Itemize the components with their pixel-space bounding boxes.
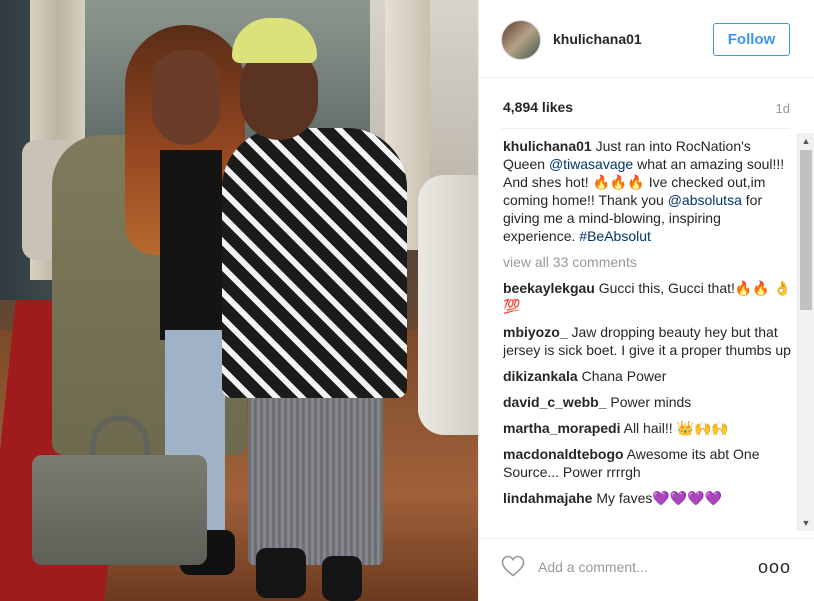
photo-man-shoe-right <box>322 556 362 601</box>
comment-item: lindahmajahe My faves💜💜💜💜 <box>503 489 793 507</box>
caption: khulichana01 Just ran into RocNation's Q… <box>503 137 793 245</box>
scrollbar-thumb[interactable] <box>800 150 812 310</box>
comment-username[interactable]: lindahmajahe <box>503 490 592 506</box>
post-photo[interactable] <box>0 0 478 601</box>
comment-item: david_c_webb_ Power minds <box>503 393 793 411</box>
post-header: khulichana01 Follow <box>479 0 814 78</box>
more-options-icon[interactable]: ooo <box>758 557 791 578</box>
divider <box>501 128 790 129</box>
comment-item: martha_morapedi All hail!! 👑🙌🙌 <box>503 419 793 437</box>
comment-username[interactable]: macdonaldtebogo <box>503 446 624 462</box>
follow-button[interactable]: Follow <box>713 23 790 56</box>
hashtag-link[interactable]: #BeAbsolut <box>579 228 651 244</box>
add-comment-input[interactable]: Add a comment... <box>538 559 648 575</box>
avatar[interactable] <box>501 20 541 60</box>
mention-link[interactable]: @absolutsa <box>668 192 742 208</box>
comment-text: Chana Power <box>577 368 667 384</box>
post-author-username[interactable]: khulichana01 <box>553 31 642 47</box>
comment-username[interactable]: dikizankala <box>503 368 578 384</box>
photo-handbag <box>32 455 207 565</box>
post-footer: Add a comment... ooo <box>479 538 814 601</box>
comment-item: mbiyozo_ Jaw dropping beauty hey but tha… <box>503 323 793 359</box>
post-timestamp[interactable]: 1d <box>776 101 790 116</box>
comment-text: Power minds <box>606 394 692 410</box>
photo-man-sweater <box>222 128 407 398</box>
photo-man-face <box>240 50 318 140</box>
post-sidebar: khulichana01 Follow 4,894 likes 1d khuli… <box>478 0 814 601</box>
comments-list[interactable]: khulichana01 Just ran into RocNation's Q… <box>503 137 793 533</box>
photo-man-pants <box>248 390 383 565</box>
scroll-down-arrow-icon[interactable]: ▼ <box>798 515 814 531</box>
view-all-comments-link[interactable]: view all 33 comments <box>503 253 793 271</box>
comment-username[interactable]: martha_morapedi <box>503 420 620 436</box>
comment-item: beekaylekgau Gucci this, Gucci that!🔥🔥 👌… <box>503 279 793 315</box>
photo-chair <box>418 175 478 435</box>
comment-username[interactable]: mbiyozo_ <box>503 324 568 340</box>
comment-item: dikizankala Chana Power <box>503 367 793 385</box>
scroll-up-arrow-icon[interactable]: ▲ <box>798 133 814 149</box>
photo-woman-face <box>152 50 220 145</box>
comment-username[interactable]: beekaylekgau <box>503 280 595 296</box>
heart-icon[interactable] <box>501 555 525 577</box>
likes-count[interactable]: 4,894 likes <box>503 99 573 115</box>
caption-username[interactable]: khulichana01 <box>503 138 592 154</box>
comments-scrollbar[interactable]: ▲ ▼ <box>797 133 814 531</box>
photo-man-shoe-left <box>256 548 306 598</box>
comment-text: My faves💜💜💜💜 <box>592 490 723 506</box>
comment-text: All hail!! 👑🙌🙌 <box>620 420 729 436</box>
photo-woman-top <box>160 150 222 340</box>
comment-item: macdonaldtebogo Awesome its abt One Sour… <box>503 445 793 481</box>
mention-link[interactable]: @tiwasavage <box>549 156 633 172</box>
comment-username[interactable]: david_c_webb_ <box>503 394 607 410</box>
